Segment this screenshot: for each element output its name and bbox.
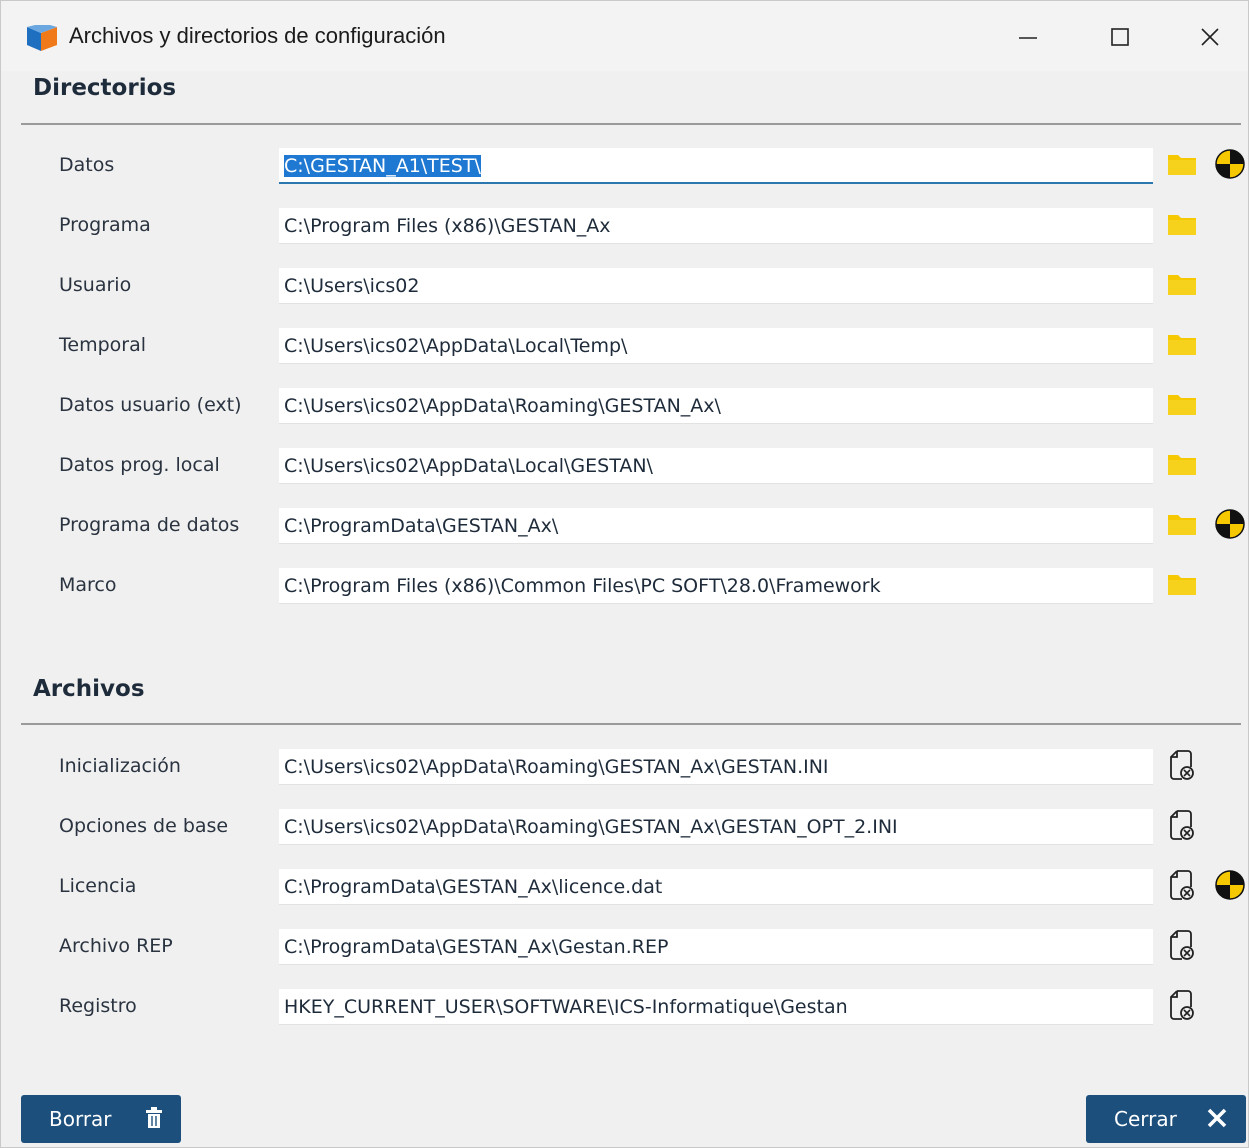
- directorios-label-programa-de-datos: Programa de datos: [59, 514, 240, 536]
- archivos-label-licencia: Licencia: [59, 875, 137, 897]
- config-files-window: Archivos y directorios de configuración …: [0, 0, 1249, 1148]
- archivos-label-registro: Registro: [59, 995, 137, 1017]
- field-value: C:\Program Files (x86)\Common Files\PC S…: [284, 575, 881, 597]
- maximize-icon: [1111, 28, 1129, 46]
- target-icon: [1214, 869, 1246, 905]
- target-icon: [1214, 508, 1246, 544]
- file-settings-icon: [1168, 749, 1196, 785]
- section-title-directorios: Directorios: [33, 75, 177, 101]
- field-value: C:\Users\ics02\AppData\Roaming\GESTAN_Ax…: [284, 756, 829, 778]
- directorios-field-temporal[interactable]: C:\Users\ics02\AppData\Local\Temp\: [279, 328, 1153, 364]
- reset-default-button[interactable]: [1213, 870, 1247, 904]
- browse-folder-button[interactable]: [1165, 149, 1199, 183]
- field-value: C:\Users\ics02\AppData\Roaming\GESTAN_Ax…: [284, 395, 721, 417]
- open-file-button[interactable]: [1165, 870, 1199, 904]
- folder-icon: [1167, 512, 1197, 540]
- field-value: C:\ProgramData\GESTAN_Ax\Gestan.REP: [284, 936, 669, 958]
- minimize-button[interactable]: [1005, 15, 1051, 59]
- section-title-archivos: Archivos: [33, 676, 145, 702]
- close-x-icon: [1207, 1108, 1227, 1128]
- directorios-field-programa[interactable]: C:\Program Files (x86)\GESTAN_Ax: [279, 208, 1153, 244]
- archivos-label-inicializacion: Inicialización: [59, 755, 181, 777]
- browse-folder-button[interactable]: [1165, 509, 1199, 543]
- archivos-field-opciones-de-base[interactable]: C:\Users\ics02\AppData\Roaming\GESTAN_Ax…: [279, 809, 1153, 845]
- browse-folder-button[interactable]: [1165, 389, 1199, 423]
- browse-folder-button[interactable]: [1165, 209, 1199, 243]
- borrar-button-label: Borrar: [49, 1107, 112, 1131]
- directorios-label-datos: Datos: [59, 154, 115, 176]
- directorios-label-usuario: Usuario: [59, 274, 132, 296]
- field-value: C:\Users\ics02: [284, 275, 420, 297]
- directorios-field-programa-de-datos[interactable]: C:\ProgramData\GESTAN_Ax\: [279, 508, 1153, 544]
- maximize-button[interactable]: [1097, 15, 1143, 59]
- field-value: C:\ProgramData\GESTAN_Ax\: [284, 515, 559, 537]
- app-logo-icon: [27, 25, 57, 51]
- field-value: HKEY_CURRENT_USER\SOFTWARE\ICS-Informati…: [284, 996, 848, 1018]
- section-divider: [21, 123, 1241, 125]
- folder-icon: [1167, 452, 1197, 480]
- close-window-button[interactable]: [1187, 15, 1233, 59]
- browse-folder-button[interactable]: [1165, 569, 1199, 603]
- open-file-button[interactable]: [1165, 990, 1199, 1024]
- field-value: C:\Users\ics02\AppData\Local\Temp\: [284, 335, 628, 357]
- folder-icon: [1167, 392, 1197, 420]
- file-settings-icon: [1168, 869, 1196, 905]
- archivos-field-inicializacion[interactable]: C:\Users\ics02\AppData\Roaming\GESTAN_Ax…: [279, 749, 1153, 785]
- file-settings-icon: [1168, 809, 1196, 845]
- field-value: C:\ProgramData\GESTAN_Ax\licence.dat: [284, 876, 663, 898]
- browse-folder-button[interactable]: [1165, 329, 1199, 363]
- archivos-field-archivo-rep[interactable]: C:\ProgramData\GESTAN_Ax\Gestan.REP: [279, 929, 1153, 965]
- directorios-label-datos-usuario-ext: Datos usuario (ext): [59, 394, 242, 416]
- folder-icon: [1167, 572, 1197, 600]
- cerrar-button[interactable]: Cerrar: [1086, 1095, 1246, 1143]
- directorios-field-datos-prog-local[interactable]: C:\Users\ics02\AppData\Local\GESTAN\: [279, 448, 1153, 484]
- archivos-label-archivo-rep: Archivo REP: [59, 935, 173, 957]
- target-icon: [1214, 148, 1246, 184]
- directorios-label-temporal: Temporal: [59, 334, 146, 356]
- file-settings-icon: [1168, 989, 1196, 1025]
- field-value: C:\Users\ics02\AppData\Roaming\GESTAN_Ax…: [284, 816, 898, 838]
- browse-folder-button[interactable]: [1165, 269, 1199, 303]
- section-divider: [21, 723, 1241, 725]
- archivos-field-licencia[interactable]: C:\ProgramData\GESTAN_Ax\licence.dat: [279, 869, 1153, 905]
- folder-icon: [1167, 332, 1197, 360]
- directorios-field-datos-usuario-ext[interactable]: C:\Users\ics02\AppData\Roaming\GESTAN_Ax…: [279, 388, 1153, 424]
- directorios-field-datos[interactable]: C:\GESTAN_A1\TEST\: [279, 148, 1153, 184]
- borrar-button[interactable]: Borrar: [21, 1095, 181, 1143]
- close-icon: [1201, 28, 1219, 46]
- file-settings-icon: [1168, 929, 1196, 965]
- open-file-button[interactable]: [1165, 750, 1199, 784]
- directorios-label-datos-prog-local: Datos prog. local: [59, 454, 220, 476]
- title-bar[interactable]: Archivos y directorios de configuración: [1, 1, 1248, 71]
- folder-icon: [1167, 212, 1197, 240]
- open-file-button[interactable]: [1165, 810, 1199, 844]
- folder-icon: [1167, 272, 1197, 300]
- directorios-field-usuario[interactable]: C:\Users\ics02: [279, 268, 1153, 304]
- directorios-label-programa: Programa: [59, 214, 151, 236]
- reset-default-button[interactable]: [1213, 509, 1247, 543]
- folder-icon: [1167, 152, 1197, 180]
- directorios-field-marco[interactable]: C:\Program Files (x86)\Common Files\PC S…: [279, 568, 1153, 604]
- field-value: C:\Users\ics02\AppData\Local\GESTAN\: [284, 455, 653, 477]
- field-value: C:\Program Files (x86)\GESTAN_Ax: [284, 215, 611, 237]
- reset-default-button[interactable]: [1213, 149, 1247, 183]
- trash-icon: [146, 1107, 162, 1128]
- directorios-label-marco: Marco: [59, 574, 117, 596]
- archivos-label-opciones-de-base: Opciones de base: [59, 815, 229, 837]
- cerrar-button-label: Cerrar: [1114, 1107, 1177, 1131]
- browse-folder-button[interactable]: [1165, 449, 1199, 483]
- field-value: C:\GESTAN_A1\TEST\: [284, 155, 481, 177]
- window-title: Archivos y directorios de configuración: [69, 23, 446, 48]
- open-file-button[interactable]: [1165, 930, 1199, 964]
- archivos-field-registro[interactable]: HKEY_CURRENT_USER\SOFTWARE\ICS-Informati…: [279, 989, 1153, 1025]
- minimize-icon: [1019, 37, 1037, 39]
